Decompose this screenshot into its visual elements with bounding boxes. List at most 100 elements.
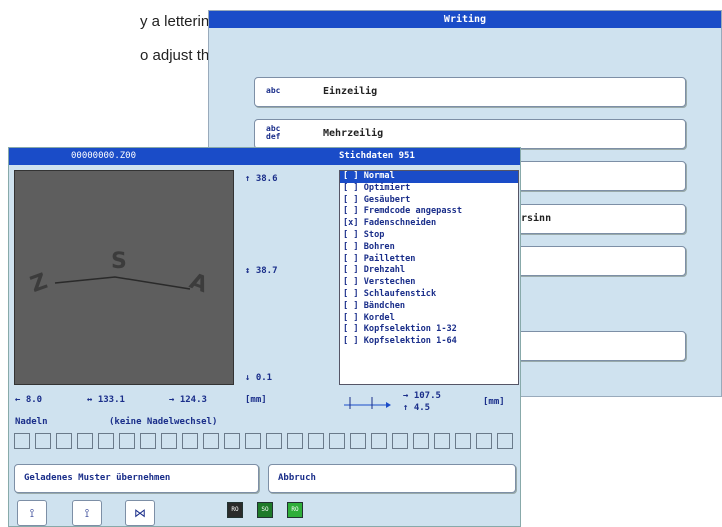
single-line-icon: abc (266, 86, 281, 95)
option-label: Verstechen (363, 277, 416, 288)
option-label: Kopfselektion 1-32 (363, 324, 457, 335)
option-fremdcode[interactable]: [ ] Fremdcode angepasst (340, 206, 518, 218)
option-label: Stop (363, 229, 385, 240)
needle-box (140, 433, 156, 449)
status-square-2-text: SO (261, 506, 269, 513)
needle-box (287, 433, 303, 449)
option-kordel[interactable]: [ ] Kordel (340, 313, 518, 325)
needle-box (392, 433, 408, 449)
needle-box (245, 433, 261, 449)
option-kopfselektion-32[interactable]: [ ] Kopfselektion 1-32 (340, 324, 518, 336)
option-mark: [ ] (343, 206, 359, 217)
needle-box (14, 433, 30, 449)
option-mark: [ ] (343, 324, 359, 335)
status-square-1-text: RO (231, 506, 239, 513)
einzeilig-button[interactable]: abc Einzeilig (254, 77, 686, 107)
multi-line-icon: abc def (266, 124, 281, 141)
needle-box (203, 433, 219, 449)
option-mark: [ ] (343, 288, 359, 299)
option-label: Bändchen (363, 300, 406, 311)
needle-box (308, 433, 324, 449)
dim-right: → 124.3 (169, 395, 207, 405)
option-label: Optimiert (363, 182, 411, 193)
option-label: Kordel (363, 312, 395, 323)
option-label: Fadenschneiden (363, 218, 437, 229)
option-optimiert[interactable]: [ ] Optimiert (340, 183, 518, 195)
needle-box (476, 433, 492, 449)
option-pailletten[interactable]: [ ] Pailletten (340, 254, 518, 266)
option-drehzahl[interactable]: [ ] Drehzahl (340, 265, 518, 277)
needles-value: (keine Nadelwechsel) (109, 417, 218, 427)
dim-unit: [mm] (245, 395, 267, 405)
stitch-tool-2-icon[interactable]: ⟟ (72, 500, 102, 526)
option-mark: [ ] (343, 253, 359, 264)
option-bohren[interactable]: [ ] Bohren (340, 242, 518, 254)
option-fadenschneiden[interactable]: [x] Fadenschneiden (340, 218, 518, 230)
needle-box (329, 433, 345, 449)
needles-label: Nadeln (15, 417, 48, 427)
needle-box (455, 433, 471, 449)
needle-box (413, 433, 429, 449)
writing-option-4-label: rsinn (521, 213, 552, 224)
needle-box (497, 433, 513, 449)
stitch-window-titlebar: 00000000.Z00 Stichdaten 951 (9, 148, 520, 165)
option-label: Schlaufenstick (363, 288, 437, 299)
accept-pattern-label: Geladenes Muster übernehmen (24, 473, 171, 483)
mirror-icon[interactable]: ⋈ (125, 500, 155, 526)
option-stop[interactable]: [ ] Stop (340, 230, 518, 242)
option-normal[interactable]: [ ] Normal (340, 171, 518, 183)
dim-bottom: ↓ 0.1 (245, 373, 273, 383)
option-label: Bohren (363, 241, 395, 252)
option-schlaufenstick[interactable]: [ ] Schlaufenstick (340, 289, 518, 301)
status-square-3: RO (287, 502, 303, 518)
cancel-button[interactable]: Abbruch (268, 464, 516, 493)
option-mark: [ ] (343, 265, 359, 276)
stitch-tool-1-icon[interactable]: ⟟ (17, 500, 47, 526)
option-mark: [ ] (343, 312, 359, 323)
option-mark: [ ] (343, 336, 359, 347)
needle-box (224, 433, 240, 449)
option-mark: [ ] (343, 300, 359, 311)
option-mark: [ ] (343, 182, 359, 193)
option-label: Kopfselektion 1-64 (363, 336, 457, 347)
background-text-line-1: y a lettering (140, 13, 218, 30)
stitch-data-title: Stichdaten 951 (339, 151, 415, 161)
file-name: 00000000.Z00 (71, 151, 137, 161)
option-label: Pailletten (363, 253, 416, 264)
option-mark: [ ] (343, 229, 359, 240)
dim-left: ← 8.0 (15, 395, 43, 405)
status-square-1: RO (227, 502, 243, 518)
needle-box (35, 433, 51, 449)
background-text-line-2: o adjust the (140, 47, 218, 64)
preview-letter-s: S (111, 249, 127, 274)
option-label: Normal (363, 171, 395, 181)
accept-pattern-button[interactable]: Geladenes Muster übernehmen (14, 464, 259, 493)
needle-box (182, 433, 198, 449)
stitch-options-list[interactable]: [ ] Normal [ ] Optimiert [ ] Gesäubert [… (339, 170, 519, 385)
option-verstechen[interactable]: [ ] Verstechen (340, 277, 518, 289)
option-gesaeubert[interactable]: [ ] Gesäubert (340, 195, 518, 207)
needle-box (161, 433, 177, 449)
embroidery-preview: Z S A (14, 170, 234, 385)
needle-box (266, 433, 282, 449)
offset-x: → 107.5 (403, 391, 441, 401)
dim-width: ↔ 133.1 (87, 395, 125, 405)
option-mark: [x] (343, 218, 359, 229)
status-square-3-text: RO (291, 506, 299, 513)
einzeilig-label: Einzeilig (323, 86, 378, 97)
option-kopfselektion-64[interactable]: [ ] Kopfselektion 1-64 (340, 336, 518, 348)
needle-box (350, 433, 366, 449)
option-label: Fremdcode angepasst (363, 206, 463, 217)
writing-window-title: Writing (209, 11, 721, 28)
mehrzeilig-button[interactable]: abc def Mehrzeilig (254, 119, 686, 149)
option-mark: [ ] (343, 194, 359, 205)
offset-y: ↑ 4.5 (403, 403, 431, 413)
offset-arrow-icon (344, 397, 391, 409)
option-mark: [ ] (343, 171, 359, 181)
status-square-2: SO (257, 502, 273, 518)
option-baendchen[interactable]: [ ] Bändchen (340, 301, 518, 313)
needle-box (371, 433, 387, 449)
dim-top: ↑ 38.6 (245, 174, 278, 184)
mehrzeilig-label: Mehrzeilig (323, 128, 384, 139)
dim-height: ↕ 38.7 (245, 266, 278, 276)
